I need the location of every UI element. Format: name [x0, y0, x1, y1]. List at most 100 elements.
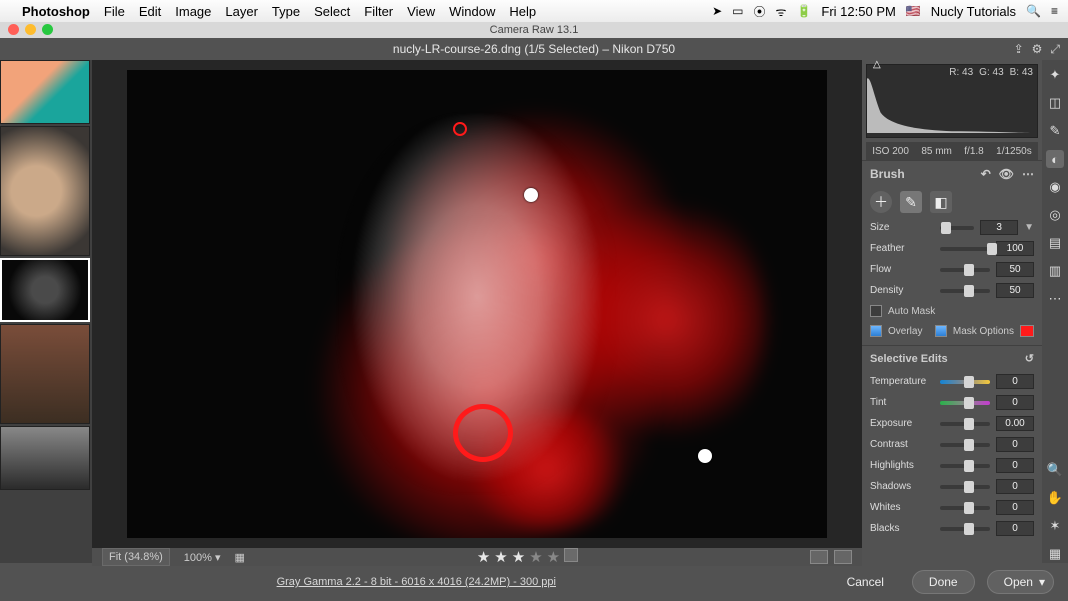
cancel-button[interactable]: Cancel: [831, 571, 900, 593]
mask-color-swatch[interactable]: [1020, 325, 1034, 337]
tint-slider[interactable]: [940, 401, 990, 405]
size-dropdown-icon[interactable]: ▼: [1024, 222, 1034, 233]
tint-input[interactable]: [996, 395, 1034, 410]
maskoptions-checkbox[interactable]: [935, 325, 947, 337]
hamburger-icon[interactable]: ≡: [1051, 4, 1058, 18]
contrast-slider[interactable]: [940, 443, 990, 447]
density-slider[interactable]: [940, 289, 990, 293]
open-dropdown-icon[interactable]: ▾: [1039, 575, 1045, 589]
display-icon[interactable]: ▭: [732, 4, 743, 18]
color-label-swatch[interactable]: [564, 548, 578, 562]
menu-image[interactable]: Image: [175, 4, 211, 19]
star-5[interactable]: ★: [547, 548, 560, 566]
flow-slider[interactable]: [940, 268, 990, 272]
done-button[interactable]: Done: [912, 570, 975, 594]
export-icon[interactable]: ⇪: [1014, 42, 1024, 56]
star-4[interactable]: ★: [529, 548, 542, 566]
menu-file[interactable]: File: [104, 4, 125, 19]
menu-edit[interactable]: Edit: [139, 4, 161, 19]
thumbnail-5[interactable]: [0, 426, 90, 490]
crop-tool-icon[interactable]: ◫: [1046, 94, 1064, 112]
thumbnail-4[interactable]: [0, 324, 90, 424]
histogram[interactable]: △ R: 43 G: 43 B: 43: [866, 64, 1038, 138]
star-2[interactable]: ★: [494, 548, 507, 566]
location-icon[interactable]: ➤: [712, 4, 722, 18]
automask-checkbox[interactable]: [870, 305, 882, 317]
redeye-tool-icon[interactable]: ◉: [1046, 178, 1064, 196]
thumbnail-1[interactable]: [0, 60, 90, 124]
traffic-lights[interactable]: [8, 24, 53, 35]
gradient-tool-icon[interactable]: ▤: [1046, 234, 1064, 252]
menu-window[interactable]: Window: [449, 4, 495, 19]
presets-icon[interactable]: ▥: [1046, 262, 1064, 280]
contrast-input[interactable]: [996, 437, 1034, 452]
overlay-checkbox[interactable]: [870, 325, 882, 337]
brush-tool-icon[interactable]: ✎: [900, 191, 922, 213]
thumbnail-2[interactable]: [0, 126, 90, 256]
size-input[interactable]: [980, 220, 1018, 235]
eraser-tool-icon[interactable]: ◧: [930, 191, 952, 213]
feather-input[interactable]: [996, 241, 1034, 256]
menubar-user[interactable]: Nucly Tutorials: [931, 4, 1016, 19]
undo-icon[interactable]: ↶: [981, 167, 991, 181]
heal-tool-icon[interactable]: ✎: [1046, 122, 1064, 140]
open-button[interactable]: Open▾: [987, 570, 1054, 594]
menu-help[interactable]: Help: [509, 4, 536, 19]
feather-slider[interactable]: [940, 247, 990, 251]
app-name[interactable]: Photoshop: [22, 4, 90, 19]
reset-icon[interactable]: ↺: [1025, 352, 1034, 365]
adjustment-pin-1[interactable]: [524, 188, 538, 202]
minimize-window-icon[interactable]: [25, 24, 36, 35]
whites-slider[interactable]: [940, 506, 990, 510]
radial-tool-icon[interactable]: ◎: [1046, 206, 1064, 224]
highlights-input[interactable]: [996, 458, 1034, 473]
local-adjust-tool-icon[interactable]: ◐: [1046, 150, 1064, 168]
compare-view-icon[interactable]: [834, 550, 852, 564]
temperature-slider[interactable]: [940, 380, 990, 384]
grid-tool-icon[interactable]: ▦: [1046, 545, 1064, 563]
star-1[interactable]: ★: [477, 548, 490, 566]
adjustment-pin-ring[interactable]: [453, 122, 467, 136]
spotlight-icon[interactable]: 🔍: [1026, 4, 1041, 18]
image-canvas[interactable]: [127, 70, 827, 538]
fullscreen-icon[interactable]: ⤢: [1050, 42, 1060, 57]
flow-input[interactable]: [996, 262, 1034, 277]
recorder-icon[interactable]: ⦿: [753, 3, 765, 20]
whites-input[interactable]: [996, 500, 1034, 515]
settings-icon[interactable]: ⚙: [1032, 42, 1043, 56]
zoom-tool-icon[interactable]: 🔍: [1046, 461, 1064, 479]
shadows-slider[interactable]: [940, 485, 990, 489]
density-input[interactable]: [996, 283, 1034, 298]
battery-icon[interactable]: 🔋: [796, 4, 811, 18]
temperature-input[interactable]: [996, 374, 1034, 389]
thumbnail-3-selected[interactable]: [0, 258, 90, 322]
zoom-window-icon[interactable]: [42, 24, 53, 35]
star-rating[interactable]: ★ ★ ★ ★ ★: [477, 548, 578, 566]
adjustment-pin-2[interactable]: [698, 449, 712, 463]
wifi-icon[interactable]: ᯤ: [775, 3, 786, 20]
size-slider[interactable]: [940, 226, 974, 230]
flag-icon[interactable]: 🇺🇸: [906, 4, 921, 18]
menu-type[interactable]: Type: [272, 4, 300, 19]
shadows-input[interactable]: [996, 479, 1034, 494]
close-window-icon[interactable]: [8, 24, 19, 35]
new-brush-icon[interactable]: ＋: [870, 191, 892, 213]
exposure-input[interactable]: [996, 416, 1034, 431]
sampler-tool-icon[interactable]: ✶: [1046, 517, 1064, 535]
exposure-slider[interactable]: [940, 422, 990, 426]
single-view-icon[interactable]: [810, 550, 828, 564]
menu-filter[interactable]: Filter: [364, 4, 393, 19]
workflow-info-link[interactable]: Gray Gamma 2.2 - 8 bit - 6016 x 4016 (24…: [14, 576, 819, 588]
edit-tool-icon[interactable]: ✦: [1046, 66, 1064, 84]
more-icon[interactable]: ⋯: [1022, 167, 1034, 181]
star-3[interactable]: ★: [512, 548, 525, 566]
menu-layer[interactable]: Layer: [225, 4, 258, 19]
menubar-clock[interactable]: Fri 12:50 PM: [821, 4, 895, 19]
hand-tool-icon[interactable]: ✋: [1046, 489, 1064, 507]
highlights-slider[interactable]: [940, 464, 990, 468]
grid-toggle-icon[interactable]: ▦: [235, 551, 245, 564]
menu-select[interactable]: Select: [314, 4, 350, 19]
more-tools-icon[interactable]: ⋯: [1046, 290, 1064, 308]
blacks-input[interactable]: [996, 521, 1034, 536]
zoom-dropdown[interactable]: 100% ▾: [184, 551, 221, 564]
